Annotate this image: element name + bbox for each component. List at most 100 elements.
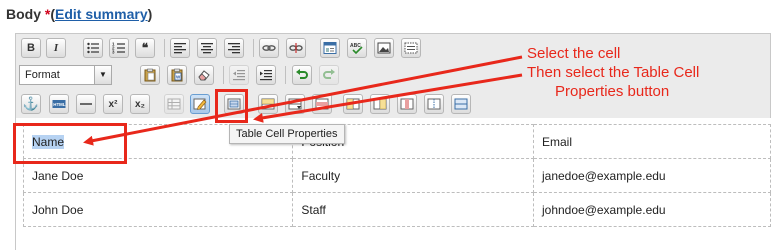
paste-word-icon: W <box>171 68 183 82</box>
toolbar-separator <box>223 66 224 84</box>
superscript-button[interactable]: x² <box>103 94 123 114</box>
merge-cells-icon <box>454 98 468 110</box>
eraser-icon <box>198 70 210 81</box>
anchor-button[interactable]: ⚓ <box>21 94 41 114</box>
svg-text:3: 3 <box>112 50 115 55</box>
redo-icon <box>323 69 335 79</box>
indent-button[interactable] <box>256 65 276 85</box>
numbered-list-icon: 123 <box>112 42 125 55</box>
superscript-label: x² <box>108 98 118 110</box>
align-center-button[interactable] <box>197 38 217 58</box>
unlink-icon <box>289 43 303 53</box>
blockquote-icon: ❝ <box>141 40 149 55</box>
outdent-button[interactable] <box>229 65 249 85</box>
show-blocks-icon <box>404 42 418 54</box>
align-center-icon <box>201 43 213 54</box>
insert-column-before-button[interactable] <box>343 94 363 114</box>
paste-button[interactable] <box>140 65 160 85</box>
undo-icon <box>296 69 308 79</box>
table-row: Name Position Email <box>22 124 771 159</box>
cell-text: Staff <box>301 202 326 217</box>
horizontal-rule-icon <box>80 103 92 105</box>
insert-column-after-button[interactable] <box>370 94 390 114</box>
merge-cells-button[interactable] <box>451 94 471 114</box>
italic-button[interactable]: I <box>46 38 66 58</box>
redo-button[interactable] <box>319 65 339 85</box>
outdent-icon <box>233 70 245 81</box>
table-cell[interactable]: Staff <box>292 192 534 227</box>
cell-text: janedoe@example.edu <box>541 168 666 183</box>
link-icon <box>262 45 276 51</box>
bold-button[interactable]: B <box>21 38 41 58</box>
cell-text: johndoe@example.edu <box>541 202 666 217</box>
spellcheck-button[interactable]: ABC <box>347 38 367 58</box>
insert-row-icon <box>261 98 275 110</box>
horizontal-rule-button[interactable] <box>76 94 96 114</box>
insert-column-after-icon <box>373 98 387 110</box>
template-icon <box>323 42 337 54</box>
table-cell[interactable]: John Doe <box>22 192 294 227</box>
chevron-down-icon: ▼ <box>94 66 111 84</box>
edit-summary-link[interactable]: Edit summary <box>55 6 148 22</box>
body-label: Body <box>6 6 45 22</box>
html-source-button[interactable]: HTML <box>49 94 69 114</box>
insert-row-before-button[interactable] <box>258 94 278 114</box>
remove-format-button[interactable] <box>194 65 214 85</box>
bulleted-list-icon <box>87 42 99 54</box>
table-cell[interactable]: Faculty <box>292 158 534 193</box>
cell-text: Email <box>541 134 572 149</box>
format-select-value: Format <box>25 69 60 81</box>
table-properties-button[interactable] <box>164 94 184 114</box>
cell-text: Faculty <box>301 168 341 183</box>
callout-line-2: Then select the Table Cell <box>527 64 700 81</box>
image-button[interactable] <box>374 38 394 58</box>
table-icon <box>167 98 181 110</box>
format-select[interactable]: Format ▼ <box>19 65 112 85</box>
anchor-icon: ⚓ <box>22 96 40 111</box>
bulleted-list-button[interactable] <box>83 38 103 58</box>
delete-column-icon <box>400 98 414 110</box>
annotation-box-cell <box>13 123 127 164</box>
align-right-icon <box>228 43 240 54</box>
insert-column-icon <box>346 98 360 110</box>
numbered-list-button[interactable]: 123 <box>109 38 129 58</box>
undo-button[interactable] <box>292 65 312 85</box>
callout-line-3: Properties button <box>555 83 670 100</box>
delete-row-icon <box>315 98 329 110</box>
align-right-button[interactable] <box>224 38 244 58</box>
subscript-button[interactable]: x₂ <box>130 94 150 114</box>
edit-cell-button[interactable] <box>190 94 210 114</box>
toolbar-separator <box>285 66 286 84</box>
template-button[interactable] <box>320 38 340 58</box>
unlink-button[interactable] <box>286 38 306 58</box>
pencil-icon <box>193 98 207 110</box>
insert-row-after-button[interactable] <box>285 94 305 114</box>
tooltip: Table Cell Properties <box>229 124 345 144</box>
align-left-button[interactable] <box>170 38 190 58</box>
annotation-callout: Select the cell Then select the Table Ce… <box>527 44 699 101</box>
show-blocks-button[interactable] <box>401 38 421 58</box>
split-cells-button[interactable] <box>424 94 444 114</box>
close-paren: ) <box>147 6 153 22</box>
delete-row-button[interactable] <box>312 94 332 114</box>
blockquote-button[interactable]: ❝ <box>135 38 155 58</box>
bold-label: B <box>27 42 35 54</box>
paste-word-button[interactable]: W <box>167 65 187 85</box>
link-button[interactable] <box>259 38 279 58</box>
body-field-header: Body *(Edit summary) <box>6 6 152 22</box>
italic-label: I <box>53 42 59 54</box>
insert-row-after-icon <box>288 98 302 110</box>
table-cell[interactable]: johndoe@example.edu <box>532 192 771 227</box>
delete-column-button[interactable] <box>397 94 417 114</box>
cell-text: Jane Doe <box>32 168 84 183</box>
table-cell[interactable]: janedoe@example.edu <box>532 158 771 193</box>
html-label: HTML <box>53 102 66 107</box>
toolbar-separator <box>253 39 254 57</box>
image-icon <box>377 42 391 54</box>
html-source-icon: HTML <box>52 100 66 108</box>
svg-text:ABC: ABC <box>350 43 361 49</box>
table-cell[interactable]: Email <box>532 124 771 159</box>
toolbar-separator <box>164 39 165 57</box>
callout-line-1: Select the cell <box>527 45 621 62</box>
annotation-box-button <box>215 89 248 123</box>
